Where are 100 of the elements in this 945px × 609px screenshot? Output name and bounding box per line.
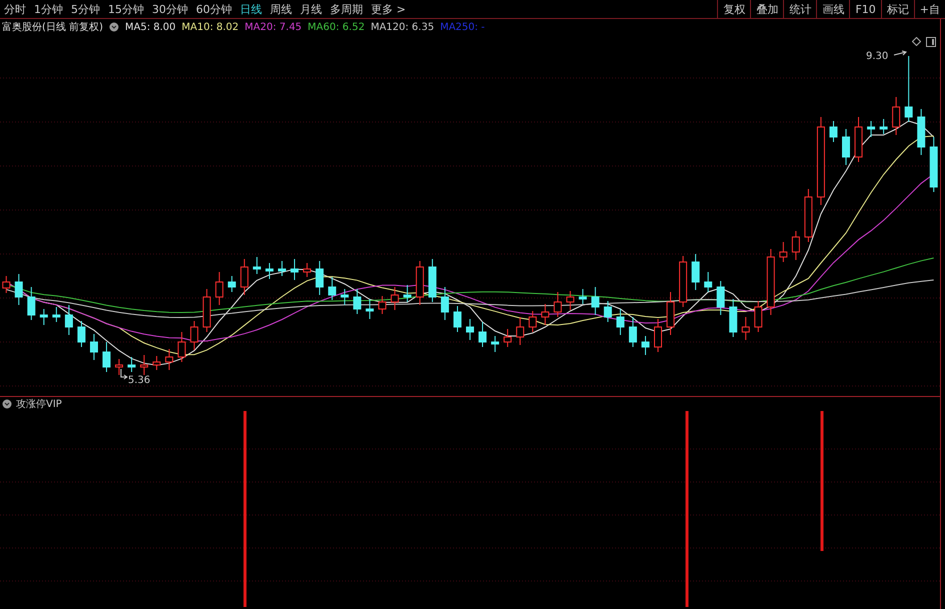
candlestick	[478, 322, 487, 348]
candlestick	[428, 258, 436, 302]
candlestick	[115, 358, 124, 376]
candlestick	[754, 300, 762, 332]
candlestick	[880, 118, 888, 134]
candlestick	[40, 308, 48, 326]
candlestick	[554, 292, 562, 318]
candlestick	[416, 260, 424, 306]
candlestick	[290, 258, 299, 280]
candlestick	[202, 288, 211, 332]
candlestick	[403, 284, 412, 302]
candlestick	[541, 304, 550, 326]
candlestick	[265, 262, 274, 280]
candlestick	[867, 120, 876, 138]
candlestick	[666, 292, 675, 336]
candlestick	[77, 320, 86, 348]
candlestick	[930, 136, 938, 192]
candlestick	[917, 108, 926, 156]
candlestick	[316, 260, 324, 296]
candlestick	[566, 290, 574, 310]
period-tab[interactable]: 月线	[296, 2, 326, 16]
ma-legend: MA250: -	[440, 22, 485, 32]
candlestick	[604, 300, 612, 322]
candlestick	[528, 310, 537, 332]
candlestick	[2, 276, 10, 294]
candlestick	[278, 260, 286, 276]
candlestick	[52, 306, 60, 322]
collapse-icon[interactable]	[2, 399, 12, 409]
candlestick	[303, 262, 312, 278]
candlestick	[904, 56, 913, 122]
candlestick	[366, 298, 374, 320]
candlestick	[353, 288, 362, 314]
candlestick	[779, 242, 788, 262]
candlestick	[140, 354, 148, 376]
period-tab[interactable]: 1分钟	[30, 2, 67, 16]
candlestick	[378, 296, 386, 314]
candlestick	[178, 332, 186, 362]
period-tab[interactable]: 15分钟	[104, 2, 148, 16]
candlestick	[716, 280, 725, 316]
candlestick	[390, 286, 399, 310]
period-tab[interactable]: 30分钟	[148, 2, 192, 16]
candlestick	[578, 288, 587, 304]
candlestick	[14, 274, 23, 306]
candlestick	[842, 128, 850, 166]
ma-legend: MA10: 8.02	[182, 22, 239, 32]
ma-legend: MA60: 6.52	[308, 22, 365, 32]
candlestick	[792, 230, 800, 260]
candlestick	[165, 348, 174, 370]
candlestick	[516, 316, 524, 346]
candlestick	[340, 288, 349, 306]
candlestick	[704, 272, 712, 292]
period-tab[interactable]: 多周期	[326, 2, 367, 16]
candlestick	[892, 96, 900, 136]
candlestick	[27, 286, 36, 320]
chart-title: 富奥股份(日线 前复权)	[2, 20, 103, 34]
candlestick	[228, 276, 236, 292]
candlestick	[64, 304, 73, 336]
candlestick	[102, 342, 111, 372]
candlestick	[328, 276, 336, 300]
indicator-title: 攻涨停VIP	[16, 398, 62, 411]
period-tab[interactable]: 更多 >	[367, 2, 410, 16]
low-price-label: 5.36	[128, 375, 150, 386]
panel-icon[interactable]	[926, 37, 936, 47]
candlestick	[128, 356, 136, 372]
candlestick	[628, 316, 637, 348]
candlestick	[742, 316, 750, 340]
ma-legend: MA20: 7.45	[244, 22, 302, 32]
period-tab[interactable]: 周线	[266, 2, 296, 16]
ma-legend: MA5: 8.00	[124, 22, 176, 32]
arrow-icon	[894, 50, 907, 56]
high-price-label: 9.30	[866, 51, 888, 62]
period-tab[interactable]: 日线	[236, 2, 266, 16]
candlestick	[854, 116, 863, 162]
candlestick	[829, 120, 838, 142]
period-tab[interactable]: 5分钟	[67, 2, 104, 16]
candlestick	[679, 256, 688, 308]
candlestick	[804, 188, 812, 242]
candlestick	[654, 318, 662, 352]
arrow-icon	[120, 368, 128, 380]
candlestick	[729, 298, 738, 338]
period-tab[interactable]: 60分钟	[192, 2, 236, 16]
settings-icon[interactable]	[108, 22, 119, 32]
candlestick	[641, 336, 650, 356]
candlestick	[152, 356, 161, 370]
ma-legend: MA120: 6.35	[370, 22, 434, 32]
candlestick	[252, 256, 261, 274]
candlestick	[453, 306, 462, 332]
candlestick	[591, 286, 600, 316]
period-tab[interactable]: 分时	[0, 2, 30, 16]
candlestick	[504, 328, 512, 348]
candlestick	[491, 336, 500, 352]
candlestick	[616, 308, 624, 336]
candlestick	[240, 258, 248, 296]
candlestick	[440, 286, 449, 320]
candlestick	[215, 272, 224, 306]
candlestick	[766, 248, 775, 316]
candlestick	[190, 320, 198, 350]
candlestick	[90, 334, 98, 360]
diamond-icon[interactable]	[912, 37, 921, 46]
candlestick	[692, 254, 700, 290]
